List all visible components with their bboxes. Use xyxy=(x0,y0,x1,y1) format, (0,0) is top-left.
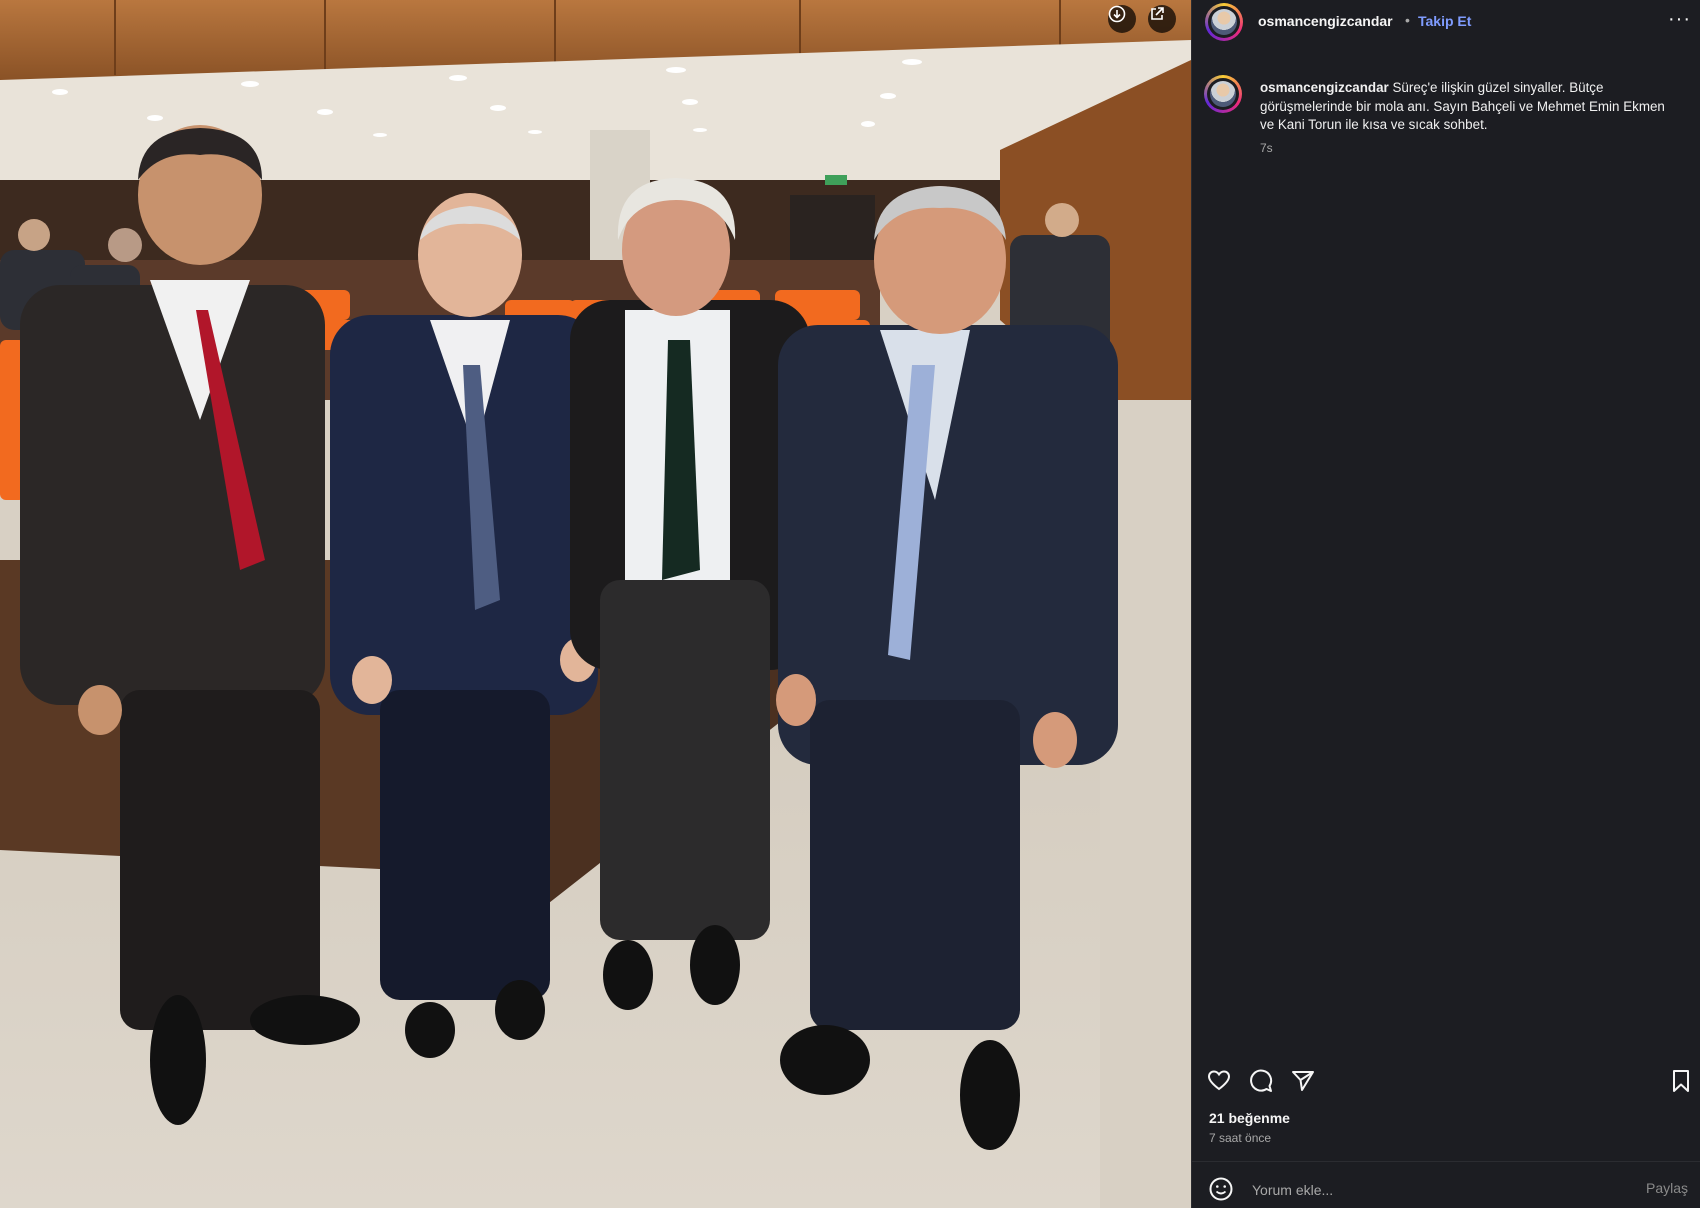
caption-username[interactable]: osmancengizcandar xyxy=(1260,80,1389,95)
post-time-ago[interactable]: 7 saat önce xyxy=(1209,1131,1271,1145)
divider xyxy=(1192,1161,1700,1162)
separator-dot: • xyxy=(1405,12,1410,28)
more-options-button[interactable]: ··· xyxy=(1668,8,1691,31)
bookmark-icon[interactable] xyxy=(1668,1068,1694,1094)
emoji-icon[interactable] xyxy=(1208,1176,1234,1202)
follow-button[interactable]: Takip Et xyxy=(1418,13,1471,29)
caption-avatar[interactable] xyxy=(1204,75,1242,113)
likes-count[interactable]: 21 beğenme xyxy=(1209,1110,1290,1126)
caption: osmancengizcandar Süreç'e ilişkin güzel … xyxy=(1260,79,1670,135)
avatar[interactable] xyxy=(1205,3,1243,41)
heart-icon[interactable] xyxy=(1206,1068,1232,1094)
post-side-panel xyxy=(1191,0,1700,1208)
post-comment-button[interactable]: Paylaş xyxy=(1646,1180,1688,1196)
send-icon[interactable] xyxy=(1290,1068,1316,1094)
post-photo[interactable] xyxy=(0,0,1191,1208)
open-external-button[interactable] xyxy=(1148,5,1176,33)
header-username[interactable]: osmancengizcandar xyxy=(1258,13,1393,29)
comment-icon[interactable] xyxy=(1248,1068,1274,1094)
caption-timestamp[interactable]: 7s xyxy=(1260,141,1273,155)
comment-input[interactable] xyxy=(1250,1178,1634,1202)
photo-illustration xyxy=(0,0,1191,1208)
download-button[interactable] xyxy=(1108,5,1136,33)
